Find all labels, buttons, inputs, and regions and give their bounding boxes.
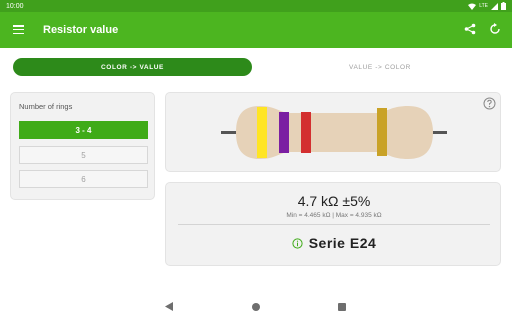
help-icon[interactable] bbox=[483, 97, 496, 110]
status-icons: LTE bbox=[468, 2, 506, 10]
app-bar: Resistor value bbox=[0, 12, 512, 48]
share-icon[interactable] bbox=[464, 23, 476, 35]
divider bbox=[178, 224, 490, 225]
status-bar: 10:00 LTE bbox=[0, 0, 512, 12]
result-panel: 4.7 kΩ ±5% Min = 4.465 kΩ | Max = 4.935 … bbox=[165, 182, 501, 266]
band-1-yellow[interactable] bbox=[257, 107, 267, 158]
series-row: Serie E24 bbox=[166, 235, 502, 251]
band-4-gold[interactable] bbox=[377, 108, 387, 156]
back-icon[interactable] bbox=[165, 302, 173, 311]
home-icon[interactable] bbox=[252, 303, 260, 311]
resistor-lead-right bbox=[431, 131, 447, 134]
resistor-lead-left bbox=[221, 131, 237, 134]
ring-option-5[interactable]: 5 bbox=[19, 146, 148, 164]
signal-icon bbox=[491, 2, 498, 10]
rings-panel: Number of rings 3 - 4 5 6 bbox=[10, 92, 155, 200]
status-time: 10:00 bbox=[6, 2, 24, 10]
recent-apps-icon[interactable] bbox=[338, 303, 346, 311]
band-2-violet[interactable] bbox=[279, 112, 289, 153]
rings-panel-title: Number of rings bbox=[19, 102, 73, 111]
band-3-red[interactable] bbox=[301, 112, 311, 153]
menu-icon[interactable] bbox=[13, 25, 24, 35]
resistor-image bbox=[221, 106, 447, 159]
series-label: Serie E24 bbox=[308, 235, 377, 251]
resistance-value: 4.7 kΩ ±5% bbox=[297, 193, 371, 209]
info-icon[interactable] bbox=[292, 237, 303, 249]
navigation-bar bbox=[0, 296, 512, 320]
ring-option-3-4[interactable]: 3 - 4 bbox=[19, 121, 148, 139]
network-label: LTE bbox=[479, 3, 488, 9]
app-title: Resistor value bbox=[43, 24, 119, 36]
refresh-icon[interactable] bbox=[489, 23, 501, 35]
wifi-icon bbox=[468, 3, 477, 10]
mode-tabs: COLOR -> VALUE VALUE -> COLOR bbox=[0, 55, 512, 79]
tab-color-to-value[interactable]: COLOR -> VALUE bbox=[13, 58, 252, 76]
resistor-panel bbox=[165, 92, 501, 172]
tolerance-range: Min = 4.465 kΩ | Max = 4.935 kΩ bbox=[286, 212, 382, 219]
tab-value-to-color[interactable]: VALUE -> COLOR bbox=[262, 58, 498, 76]
ring-option-6[interactable]: 6 bbox=[19, 170, 148, 188]
battery-icon bbox=[501, 2, 506, 10]
